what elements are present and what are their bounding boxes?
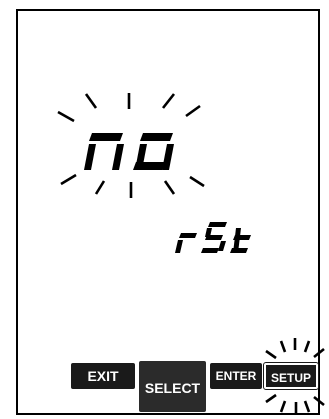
main-char-o bbox=[133, 133, 174, 170]
exit-button[interactable]: EXIT bbox=[71, 363, 135, 389]
enter-button[interactable]: ENTER bbox=[210, 363, 262, 389]
lcd-screen: no rSt EXIT SELECT ENTER SETUP bbox=[0, 0, 329, 419]
setup-button[interactable]: SETUP bbox=[263, 362, 319, 390]
select-button[interactable]: SELECT bbox=[139, 361, 206, 412]
blink-indicator-main bbox=[57, 93, 205, 198]
lcd-segment-display bbox=[57, 93, 325, 414]
sub-readout bbox=[175, 222, 251, 253]
sub-char-r bbox=[175, 233, 197, 253]
main-char-n bbox=[84, 133, 124, 170]
sub-char-t bbox=[230, 228, 251, 253]
sub-char-s bbox=[201, 222, 227, 253]
main-readout bbox=[84, 133, 174, 170]
